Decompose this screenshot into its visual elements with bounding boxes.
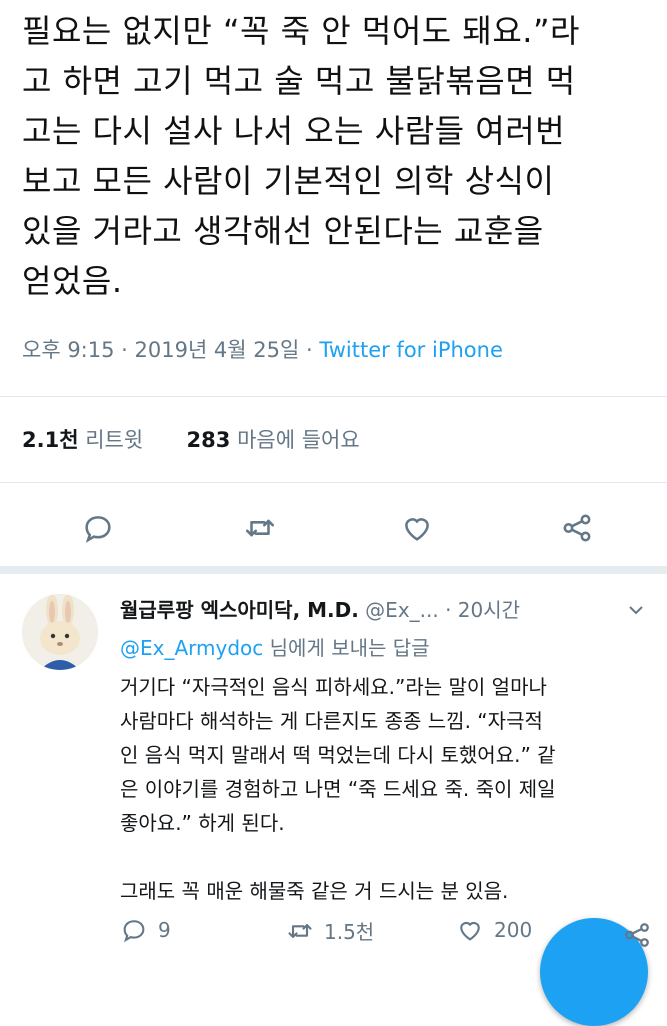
reply-header: 월급루팡 엑스아미닥, M.D. @Ex_... · 20시간	[120, 594, 520, 623]
reply-tweet[interactable]: 월급루팡 엑스아미닥, M.D. @Ex_... · 20시간 @Ex_Army…	[0, 570, 667, 960]
replying-to-handle[interactable]: @Ex_Armydoc	[120, 636, 263, 660]
reply-icon	[123, 920, 145, 943]
retweet-count: 2.1천	[22, 428, 79, 452]
tweet-text: 필요는 없지만 “꼭 죽 안 먹어도 돼요.”라 고 하면 고기 먹고 술 먹고…	[22, 12, 580, 300]
replying-to-suffix: 님에게 보내는 답글	[263, 636, 430, 660]
reply-text: 거기다 “자극적인 음식 피하세요.”라는 말이 얼마나 사람마다 해석하는 게…	[120, 675, 556, 903]
reply-button[interactable]	[78, 508, 118, 548]
retweet-icon	[245, 519, 275, 537]
reply-reply-button[interactable]: 9	[120, 916, 171, 944]
divider	[0, 482, 667, 483]
like-stat[interactable]: 283 마음에 들어요	[187, 428, 360, 452]
like-label: 마음에 들어요	[230, 428, 360, 452]
reply-like-count: 200	[494, 918, 533, 942]
share-icon[interactable]	[622, 920, 652, 950]
retweet-button[interactable]	[240, 508, 280, 548]
heart-icon	[460, 921, 480, 941]
like-count: 283	[186, 428, 231, 452]
chevron-down-icon[interactable]	[624, 598, 648, 622]
share-icon	[563, 514, 591, 542]
tweet-timestamp: 오후 9:15 · 2019년 4월 25일 ·	[22, 338, 320, 362]
divider	[0, 396, 667, 397]
retweet-icon	[288, 923, 312, 938]
tweet-source-link[interactable]: Twitter for iPhone	[319, 338, 503, 362]
tweet-stats: 2.1천 리트윗 283 마음에 들어요	[22, 424, 360, 454]
reply-icon	[85, 516, 111, 543]
avatar[interactable]	[22, 594, 98, 670]
reply-author-name[interactable]: 월급루팡 엑스아미닥, M.D.	[120, 598, 359, 622]
heart-icon	[405, 518, 429, 541]
replying-to: @Ex_Armydoc 님에게 보내는 답글	[120, 632, 430, 661]
retweet-stat[interactable]: 2.1천 리트윗	[22, 428, 143, 452]
retweet-label: 리트윗	[78, 428, 144, 452]
rabbit-avatar-icon	[22, 594, 98, 670]
reply-retweet-button[interactable]: 1.5천	[286, 916, 374, 945]
share-button[interactable]	[557, 508, 597, 548]
reply-author-handle[interactable]: @Ex_...	[359, 598, 439, 622]
reply-like-button[interactable]: 200	[456, 916, 532, 944]
reply-retweet-count: 1.5천	[324, 920, 375, 944]
like-button[interactable]	[397, 508, 437, 548]
reply-time: · 20시간	[438, 598, 521, 622]
reply-reply-count: 9	[158, 918, 171, 942]
tweet-meta: 오후 9:15 · 2019년 4월 25일 · Twitter for iPh…	[22, 334, 503, 364]
